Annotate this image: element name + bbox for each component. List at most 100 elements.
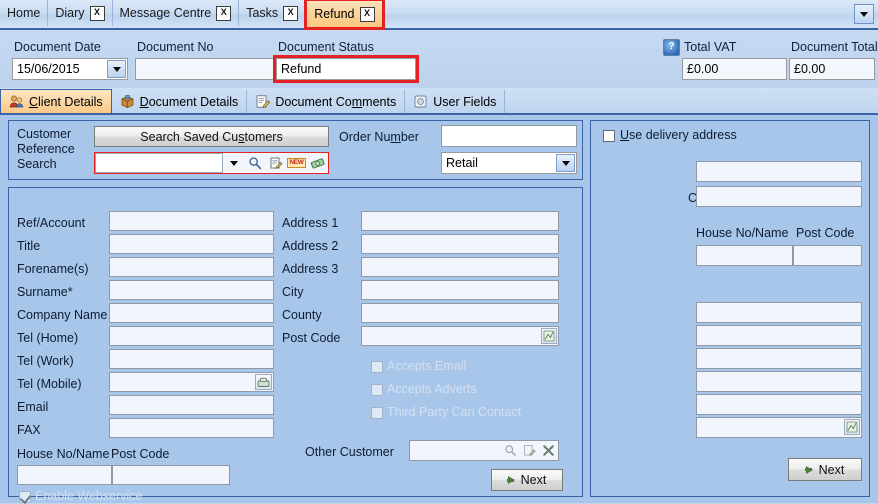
enable-webservice-checkbox[interactable] <box>19 491 31 503</box>
address1-input[interactable] <box>361 211 559 231</box>
search-icon[interactable] <box>244 154 265 172</box>
chevron-down-icon[interactable] <box>556 154 575 172</box>
search-saved-customers-button[interactable]: Search Saved Customers <box>94 126 329 147</box>
address2-input[interactable] <box>361 234 559 254</box>
county-input[interactable] <box>361 303 559 323</box>
close-icon[interactable]: X <box>89 5 105 21</box>
client-form-panel: Ref/Account Title Forename(s) Surname* C… <box>8 187 583 503</box>
chevron-down-icon[interactable] <box>223 154 244 172</box>
close-icon[interactable]: X <box>283 5 299 21</box>
delivery-address3-input[interactable] <box>696 348 862 369</box>
refund-document-window: Home Diary X Message Centre X Tasks X Re… <box>0 0 878 503</box>
delivery-city-input[interactable] <box>696 371 862 392</box>
use-delivery-address-checkbox[interactable] <box>603 130 615 142</box>
email-input[interactable] <box>109 395 274 415</box>
tab-document-details[interactable]: Document Details <box>112 90 248 113</box>
order-number-label: Order Number <box>339 130 419 144</box>
close-icon[interactable]: X <box>216 5 232 21</box>
map-lookup-icon[interactable] <box>541 328 557 344</box>
chevron-down-icon[interactable] <box>854 4 874 24</box>
address3-label: Address 3 <box>282 262 339 276</box>
new-badge-icon[interactable]: NEW <box>286 154 307 172</box>
money-icon[interactable] <box>307 154 328 172</box>
tab-home[interactable]: Home <box>0 0 49 26</box>
address3-input[interactable] <box>361 257 559 277</box>
total-vat-label: Total VAT <box>684 40 737 54</box>
surname-input[interactable] <box>109 280 274 300</box>
delivery-address1-input[interactable] <box>696 302 862 323</box>
city-input[interactable] <box>361 280 559 300</box>
document-header-bar: Document Date 15/06/2015 Document No Doc… <box>0 30 878 89</box>
question-mark-icon[interactable]: ? <box>663 39 680 56</box>
forenames-input[interactable] <box>109 257 274 277</box>
tel-work-input[interactable] <box>109 349 274 369</box>
use-delivery-address-label: Use delivery address <box>620 128 737 142</box>
tab-user-fields[interactable]: User Fields <box>405 90 506 113</box>
caret-shape <box>860 11 868 17</box>
edit-note-icon[interactable] <box>265 154 286 172</box>
enable-webservice-label: Enable Webservice <box>35 489 143 503</box>
chevron-down-icon[interactable] <box>107 60 126 78</box>
client-post-code-input[interactable] <box>112 465 230 485</box>
delivery-house-no-input[interactable] <box>696 245 793 266</box>
tab-document-comments-label: Document Comments <box>275 94 397 109</box>
accepts-email-checkbox[interactable] <box>371 361 383 373</box>
window-tab-strip: Home Diary X Message Centre X Tasks X Re… <box>0 0 878 30</box>
tab-diary[interactable]: Diary X <box>48 0 113 26</box>
tab-tasks[interactable]: Tasks X <box>239 0 307 26</box>
tab-refund[interactable]: Refund X <box>304 0 385 30</box>
document-status-input[interactable]: Refund <box>273 55 419 83</box>
tab-home-label: Home <box>7 6 41 20</box>
fax-input[interactable] <box>109 418 274 438</box>
delivery-name-input[interactable] <box>696 161 862 182</box>
title-input[interactable] <box>109 234 274 254</box>
third-party-contact-checkbox[interactable] <box>371 407 383 419</box>
address-post-code-label: Post Code <box>282 331 341 345</box>
map-lookup-icon[interactable] <box>844 419 860 435</box>
customer-type-combo[interactable]: Retail <box>441 152 577 174</box>
house-no-label: House No/Name <box>17 447 110 461</box>
address-post-code-input[interactable] <box>361 326 559 346</box>
clients-icon <box>9 94 24 109</box>
delivery-contact-no-input[interactable] <box>696 186 862 207</box>
tab-message-centre-label: Message Centre <box>119 6 212 20</box>
document-no-input[interactable] <box>135 58 275 80</box>
tel-mobile-input[interactable] <box>109 372 274 392</box>
customer-search-label-3: Search <box>17 157 57 171</box>
company-name-input[interactable] <box>109 303 274 323</box>
tel-home-label: Tel (Home) <box>17 331 79 345</box>
tab-message-centre[interactable]: Message Centre X <box>113 0 240 26</box>
accepts-adverts-checkbox[interactable] <box>371 384 383 396</box>
customer-reference-combo[interactable]: NEW <box>94 152 329 174</box>
tel-home-input[interactable] <box>109 326 274 346</box>
delivery-next-label: Next <box>818 462 845 477</box>
client-post-code-label: Post Code <box>111 447 170 461</box>
edit-note-icon[interactable] <box>520 442 539 459</box>
ref-account-input[interactable] <box>109 211 274 231</box>
tab-document-comments[interactable]: Document Comments <box>247 90 406 113</box>
order-number-input[interactable] <box>441 125 577 147</box>
document-date-combo[interactable]: 15/06/2015 <box>12 58 128 80</box>
delivery-next-button[interactable]: Next <box>788 458 862 481</box>
tab-client-details-label: Client Details <box>29 94 103 109</box>
delivery-post-code-input[interactable] <box>696 417 862 438</box>
house-no-input[interactable] <box>17 465 112 485</box>
accepts-adverts-label: Accepts Adverts <box>387 382 477 396</box>
delivery-house-no-label: House No/Name <box>696 226 789 240</box>
delivery-county-input[interactable] <box>696 394 862 415</box>
delivery-address2-input[interactable] <box>696 325 862 346</box>
telephone-icon[interactable] <box>255 374 272 390</box>
other-customer-field[interactable] <box>409 440 559 461</box>
search-icon[interactable] <box>501 442 520 459</box>
close-icon[interactable]: X <box>359 6 375 22</box>
delivery-post-code-top-input[interactable] <box>793 245 862 266</box>
tel-mobile-label: Tel (Mobile) <box>17 377 82 391</box>
delete-x-icon[interactable] <box>539 442 558 459</box>
document-total-label: Document Total <box>791 40 878 54</box>
tab-user-fields-label: User Fields <box>433 94 497 109</box>
city-label: City <box>282 285 304 299</box>
client-next-button[interactable]: Next <box>491 469 563 491</box>
document-date-value: 15/06/2015 <box>17 62 80 76</box>
tab-client-details[interactable]: Client Details <box>0 89 112 113</box>
customer-reference-input[interactable] <box>95 153 223 173</box>
